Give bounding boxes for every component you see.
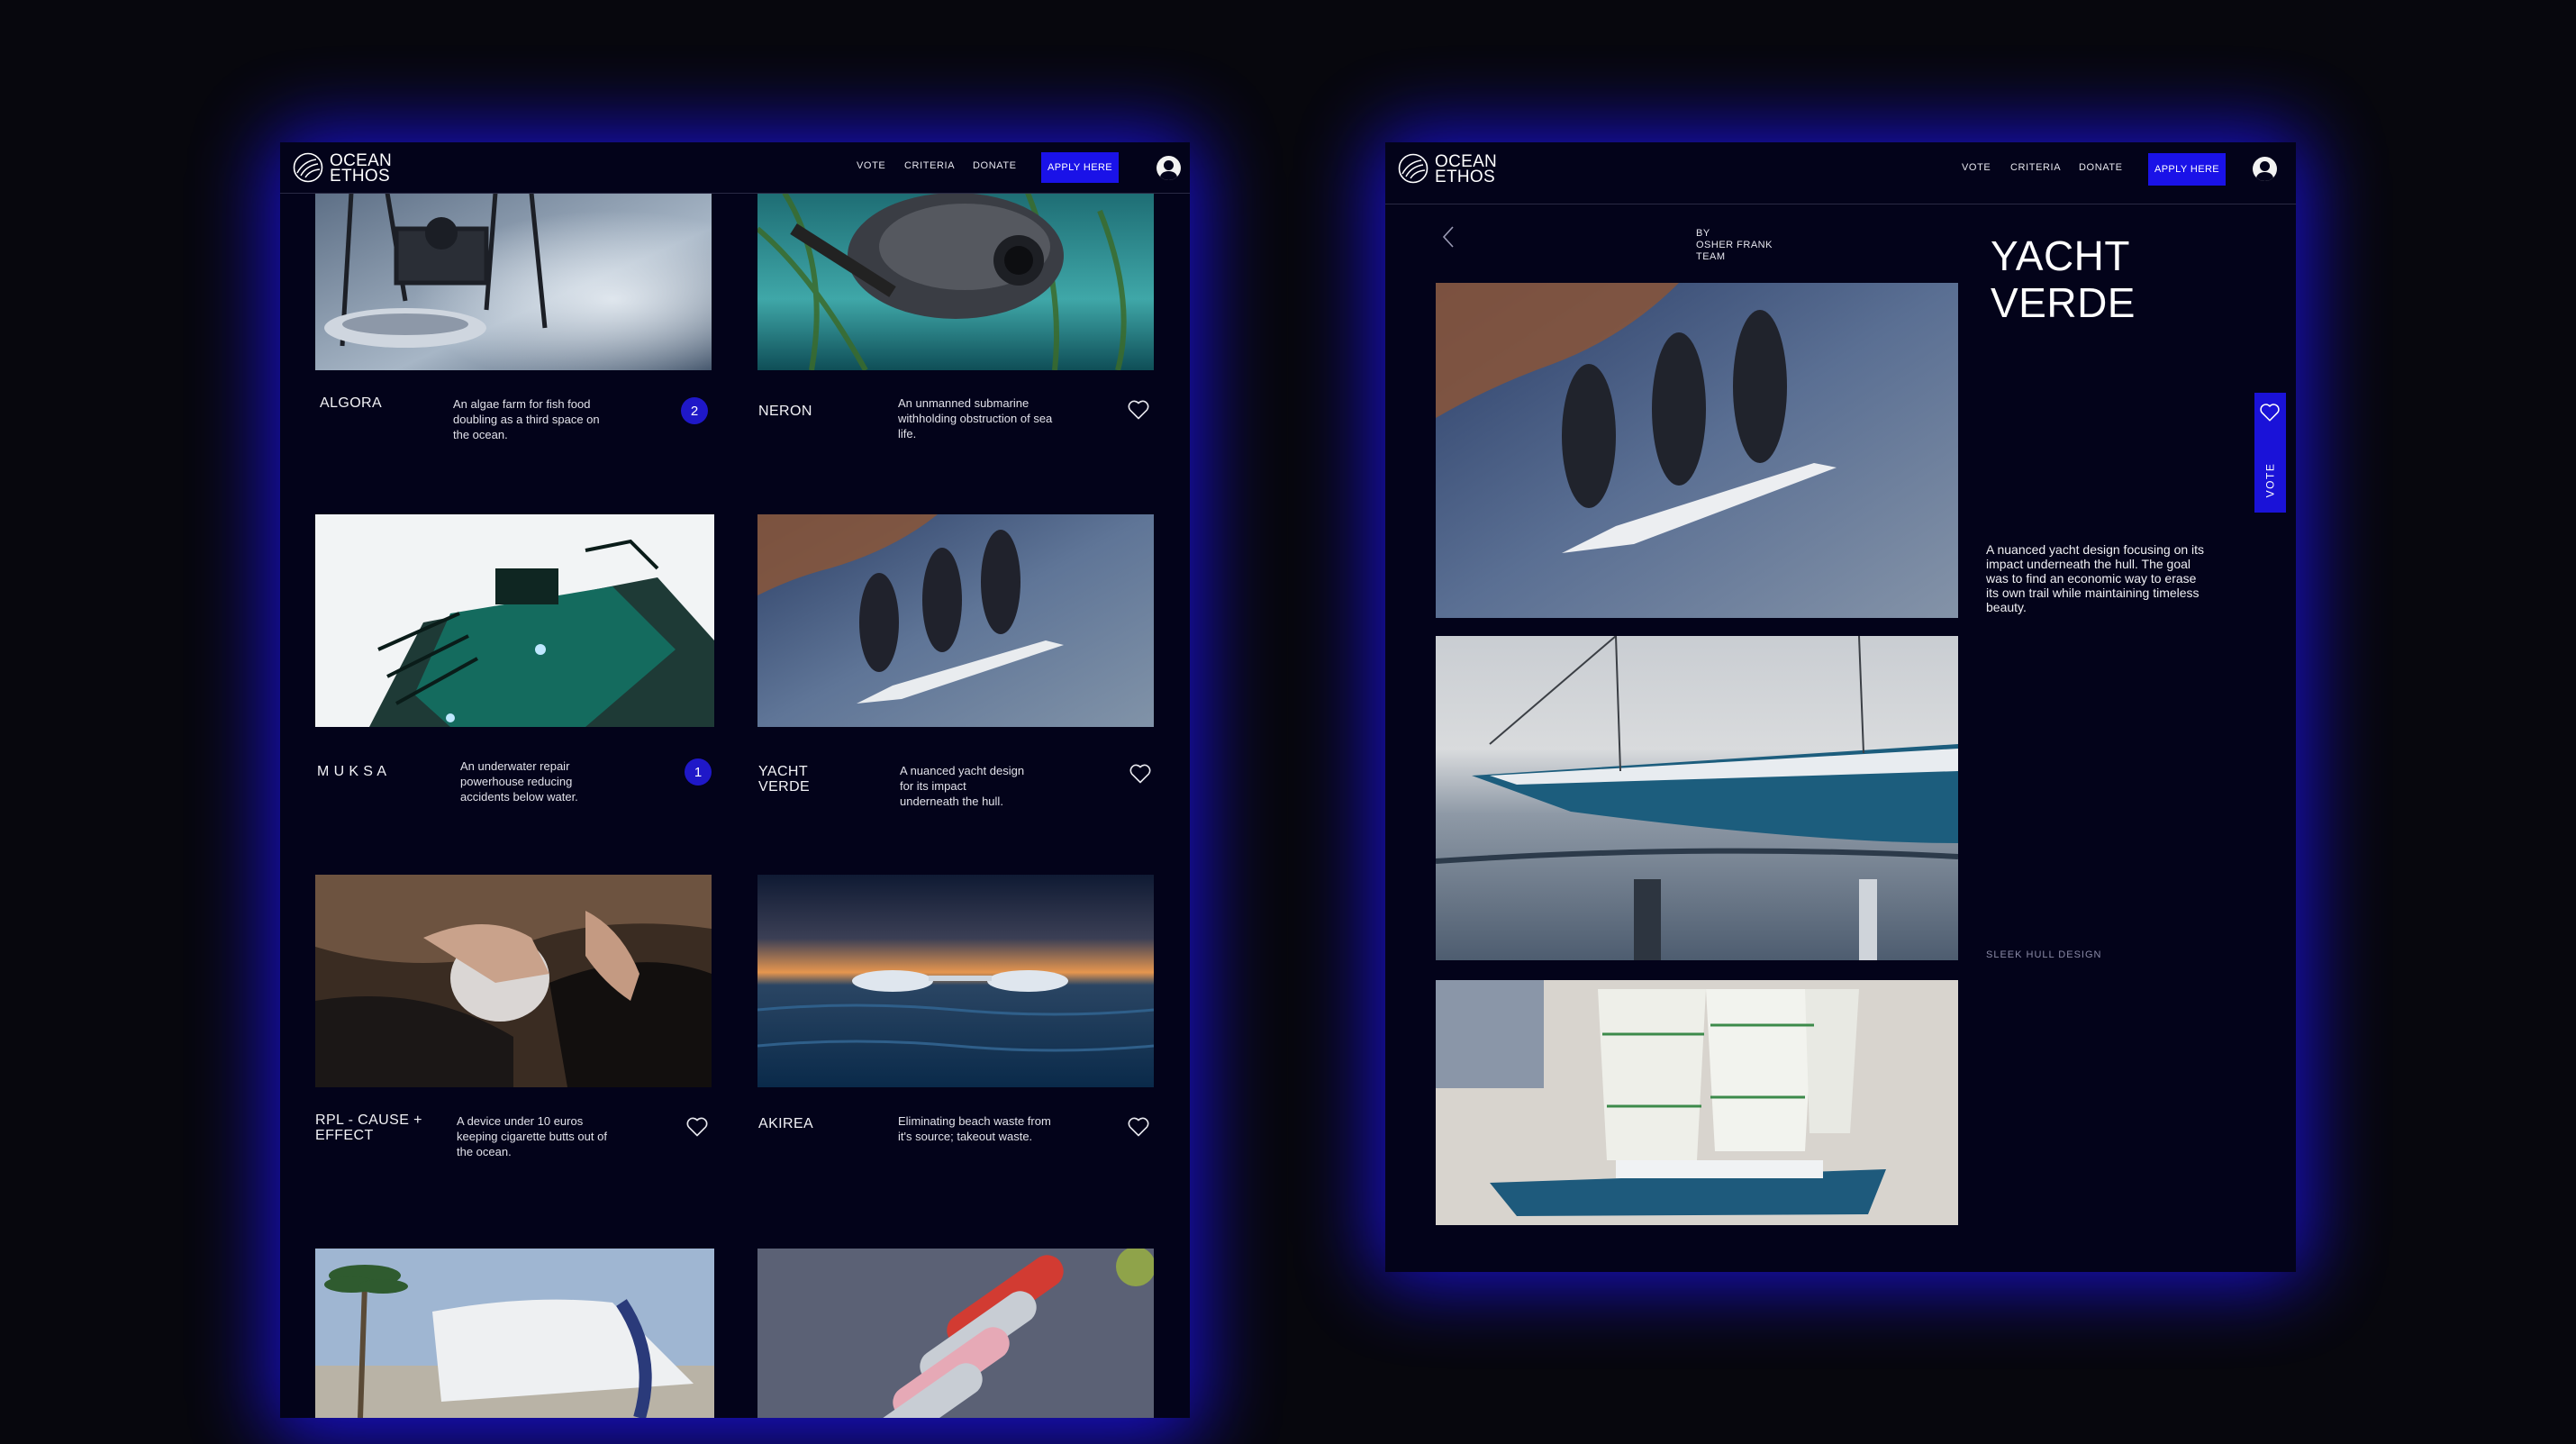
card-image-beach-kiosk[interactable] — [315, 1249, 714, 1418]
logo-wordmark: OCEAN ETHOS — [1435, 152, 1498, 186]
project-description: A nuanced yacht design focusing on its i… — [1986, 542, 2205, 614]
card-image-algora[interactable] — [315, 193, 712, 370]
detail-image-sails[interactable] — [1436, 980, 1958, 1225]
heart-icon[interactable] — [1126, 396, 1151, 422]
card-description: Eliminating beach waste from it's source… — [898, 1114, 1051, 1143]
card-title[interactable]: YACHT VERDE — [758, 764, 810, 795]
vote-side-tab[interactable]: VOTE — [2254, 393, 2286, 513]
logo-wordmark: OCEAN ETHOS — [330, 151, 393, 186]
card-image-capsules[interactable] — [757, 1249, 1154, 1418]
apply-here-button[interactable]: APPLY HERE — [2148, 153, 2226, 186]
card-image-akirea[interactable] — [757, 875, 1154, 1087]
ocean-wave-logo-icon — [1398, 153, 1429, 184]
heart-icon[interactable] — [1128, 760, 1153, 786]
ocean-wave-logo-icon — [293, 152, 323, 183]
card-description: An algae farm for fish food doubling as … — [453, 397, 600, 441]
card-image-rpl[interactable] — [315, 875, 712, 1087]
card-description: An underwater repair powerhouse reducing… — [460, 759, 578, 804]
nav-donate[interactable]: DONATE — [2079, 162, 2123, 173]
vote-count-badge[interactable]: 2 — [681, 397, 708, 424]
card-description: A device under 10 euros keeping cigarett… — [457, 1114, 607, 1158]
card-title[interactable]: RPL - CAUSE + EFFECT — [315, 1113, 422, 1143]
heart-icon[interactable] — [1126, 1113, 1151, 1139]
detail-image-aerial[interactable] — [1436, 283, 1958, 618]
nav-criteria[interactable]: CRITERIA — [2010, 162, 2061, 173]
project-detail-window: OCEAN ETHOS VOTE CRITERIA DONATE APPLY H… — [1385, 142, 2296, 1272]
heart-icon[interactable] — [685, 1113, 710, 1139]
nav-donate[interactable]: DONATE — [973, 160, 1017, 171]
card-description: An unmanned submarine withholding obstru… — [898, 396, 1053, 440]
project-author: BY OSHER FRANK TEAM — [1696, 228, 1773, 262]
user-avatar-icon[interactable] — [2253, 157, 2277, 181]
card-description: A nuanced yacht design for its impact un… — [900, 764, 1025, 808]
project-title: YACHT VERDE — [1991, 232, 2136, 326]
card-title[interactable]: NERON — [758, 404, 812, 419]
detail-image-hull[interactable] — [1436, 636, 1958, 960]
user-avatar-icon[interactable] — [1156, 156, 1181, 180]
image-caption: SLEEK HULL DESIGN — [1986, 949, 2102, 960]
ocean-ethos-logo[interactable]: OCEAN ETHOS — [293, 151, 464, 186]
vote-count-badge[interactable]: 1 — [685, 758, 712, 786]
gallery-window: ALGORA An algae farm for fish food doubl… — [280, 142, 1190, 1418]
card-title[interactable]: AKIREA — [758, 1116, 813, 1131]
apply-here-button[interactable]: APPLY HERE — [1041, 152, 1119, 183]
nav-vote[interactable]: VOTE — [857, 160, 885, 171]
vote-tab-label: VOTE — [2263, 462, 2277, 498]
back-arrow-icon[interactable] — [1439, 225, 1459, 249]
card-image-muksa[interactable] — [315, 514, 714, 727]
nav-vote[interactable]: VOTE — [1962, 162, 1991, 173]
top-nav: OCEAN ETHOS VOTE CRITERIA DONATE APPLY H… — [280, 142, 1190, 194]
card-title[interactable]: M U K S A — [317, 764, 386, 779]
top-nav: OCEAN ETHOS VOTE CRITERIA DONATE APPLY H… — [1385, 142, 2296, 204]
ocean-ethos-logo[interactable]: OCEAN ETHOS — [1398, 152, 1569, 186]
card-image-yacht-verde[interactable] — [757, 514, 1154, 727]
card-title[interactable]: ALGORA — [320, 395, 382, 411]
heart-icon[interactable] — [2258, 400, 2283, 425]
card-image-neron[interactable] — [757, 193, 1154, 370]
nav-criteria[interactable]: CRITERIA — [904, 160, 955, 171]
